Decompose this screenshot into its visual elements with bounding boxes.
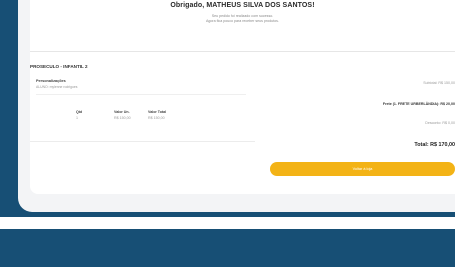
personalization-value: ALUNO: mylenne rodrigues bbox=[36, 85, 78, 89]
personalization-label: Personalizações bbox=[36, 79, 66, 83]
quantity-value: 1 bbox=[76, 116, 78, 120]
subtotal-line: Subtotal: R$ 150,00 bbox=[423, 81, 455, 85]
section-divider bbox=[30, 51, 455, 52]
order-confirmation-panel: Obrigado, MATHEUS SILVA DOS SANTOS! Seu … bbox=[30, 0, 455, 194]
unit-price-header: Valor Un. bbox=[114, 110, 130, 114]
success-message: Seu pedido foi realizado com sucesso. bbox=[211, 14, 274, 18]
product-name: PROSECULO - INFANTIL 2 bbox=[30, 64, 88, 69]
product-card: PROSECULO - INFANTIL 2 Personalizações A… bbox=[30, 56, 255, 142]
personalization-divider bbox=[36, 94, 246, 95]
footer-band bbox=[0, 229, 455, 267]
discount-line: Desconto: R$ 0,00 bbox=[425, 121, 455, 125]
delivery-message: Agora fica pouco para receber seus produ… bbox=[206, 19, 279, 23]
total-price-column: Valor Total R$ 150,00 bbox=[148, 110, 166, 120]
quantity-header: Qtd bbox=[76, 110, 83, 114]
order-confirmation-frame: Obrigado, MATHEUS SILVA DOS SANTOS! Seu … bbox=[18, 0, 455, 212]
total-price-value: R$ 150,00 bbox=[148, 116, 165, 120]
total-price-header: Valor Total bbox=[148, 110, 167, 114]
unit-price-column: Valor Un. R$ 150,00 bbox=[114, 110, 131, 120]
order-total: Total: R$ 170,00 bbox=[414, 142, 455, 148]
back-to-store-button[interactable]: Voltar à loja bbox=[270, 162, 455, 176]
quantity-column: Qtd 1 bbox=[76, 110, 82, 120]
unit-price-value: R$ 150,00 bbox=[114, 116, 131, 120]
shipping-line: Frete (1. FRETE URBERLÂNDIA): R$ 20,00 bbox=[382, 102, 455, 106]
thank-you-heading: Obrigado, MATHEUS SILVA DOS SANTOS! bbox=[170, 2, 315, 9]
